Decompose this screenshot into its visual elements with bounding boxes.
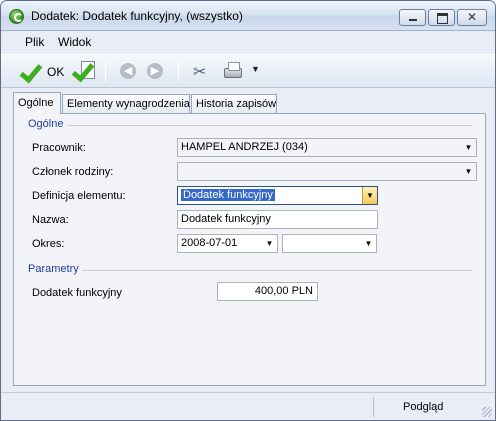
toolbar-separator: [105, 61, 106, 83]
tab-historia-zapisow[interactable]: Historia zapisów: [191, 94, 277, 113]
period-label: Okres:: [32, 238, 65, 250]
allowance-label: Dodatek funkcyjny: [32, 287, 122, 299]
group-divider: [68, 125, 472, 126]
family-member-select[interactable]: ▼: [177, 162, 477, 181]
printer-icon: [224, 62, 242, 78]
group-divider: [82, 270, 472, 271]
ok-label: OK: [47, 65, 65, 79]
period-to-date[interactable]: ▼: [282, 234, 377, 253]
name-value: Dodatek funkcyjny: [181, 213, 271, 225]
name-label: Nazwa:: [32, 214, 69, 226]
tab-strip: Ogólne Elementy wynagrodzenia Historia z…: [13, 92, 493, 114]
maximize-button[interactable]: [428, 9, 455, 26]
chevron-down-icon[interactable]: ▼: [262, 235, 277, 252]
employee-select[interactable]: HAMPEL ANDRZEJ (034) ▼: [177, 138, 477, 157]
definition-select[interactable]: Dodatek funkcyjny ▼: [177, 186, 378, 205]
arrow-left-circle-icon[interactable]: ◀: [120, 63, 136, 79]
allowance-value: 400,00 PLN: [254, 285, 313, 297]
tab-panel-general: Ogólne Pracownik: HAMPEL ANDRZEJ (034) ▼…: [13, 113, 486, 386]
tools-icon: ✂: [193, 64, 207, 81]
group-title-general: Ogólne: [28, 118, 64, 130]
save-and-new-button[interactable]: [73, 58, 99, 85]
employee-value: HAMPEL ANDRZEJ (034): [181, 141, 308, 153]
tab-elementy-wynagrodzenia[interactable]: Elementy wynagrodzenia: [62, 94, 190, 113]
status-bar: Podgląd: [1, 392, 495, 420]
preview-status[interactable]: Podgląd: [403, 401, 443, 413]
menu-bar: Plik Widok: [1, 32, 495, 53]
chevron-down-icon[interactable]: ▼: [251, 64, 260, 74]
status-separator: [373, 397, 374, 417]
employee-label: Pracownik:: [32, 142, 86, 154]
toolbar-separator: [178, 61, 179, 83]
chevron-down-icon[interactable]: ▼: [362, 187, 377, 204]
dialog-window: Dodatek: Dodatek funkcyjny, (wszystko) P…: [0, 0, 496, 421]
period-from-date[interactable]: 2008-07-01 ▼: [177, 234, 278, 253]
tools-button[interactable]: ✂: [191, 58, 213, 85]
definition-label: Definicja elementu:: [32, 190, 126, 202]
green-check-icon: [73, 59, 95, 81]
group-title-parameters: Parametry: [28, 263, 79, 275]
title-bar[interactable]: Dodatek: Dodatek funkcyjny, (wszystko): [1, 1, 495, 31]
chevron-down-icon[interactable]: ▼: [361, 235, 376, 252]
chevron-down-icon[interactable]: ▼: [461, 139, 476, 156]
minimize-button[interactable]: [399, 9, 426, 26]
resize-grip-icon[interactable]: [482, 407, 492, 417]
allowance-amount-input[interactable]: 400,00 PLN: [217, 282, 318, 301]
toolbar: OK ◀ ▶ ✂ ▼: [1, 54, 495, 88]
print-button[interactable]: ▼: [221, 58, 261, 85]
menu-widok[interactable]: Widok: [58, 35, 91, 49]
window-title: Dodatek: Dodatek funkcyjny, (wszystko): [31, 9, 243, 23]
ok-button[interactable]: OK: [19, 58, 67, 85]
period-from-value: 2008-07-01: [181, 237, 238, 249]
tab-ogolne[interactable]: Ogólne: [13, 92, 61, 114]
green-check-icon: [21, 60, 43, 82]
app-icon: [9, 9, 24, 24]
definition-value: Dodatek funkcyjny: [181, 189, 275, 201]
arrow-right-circle-icon[interactable]: ▶: [147, 63, 163, 79]
name-input[interactable]: Dodatek funkcyjny: [177, 210, 378, 229]
chevron-down-icon[interactable]: ▼: [461, 163, 476, 180]
menu-plik[interactable]: Plik: [25, 35, 44, 49]
family-member-label: Członek rodziny:: [32, 166, 114, 178]
close-button[interactable]: [457, 9, 487, 26]
